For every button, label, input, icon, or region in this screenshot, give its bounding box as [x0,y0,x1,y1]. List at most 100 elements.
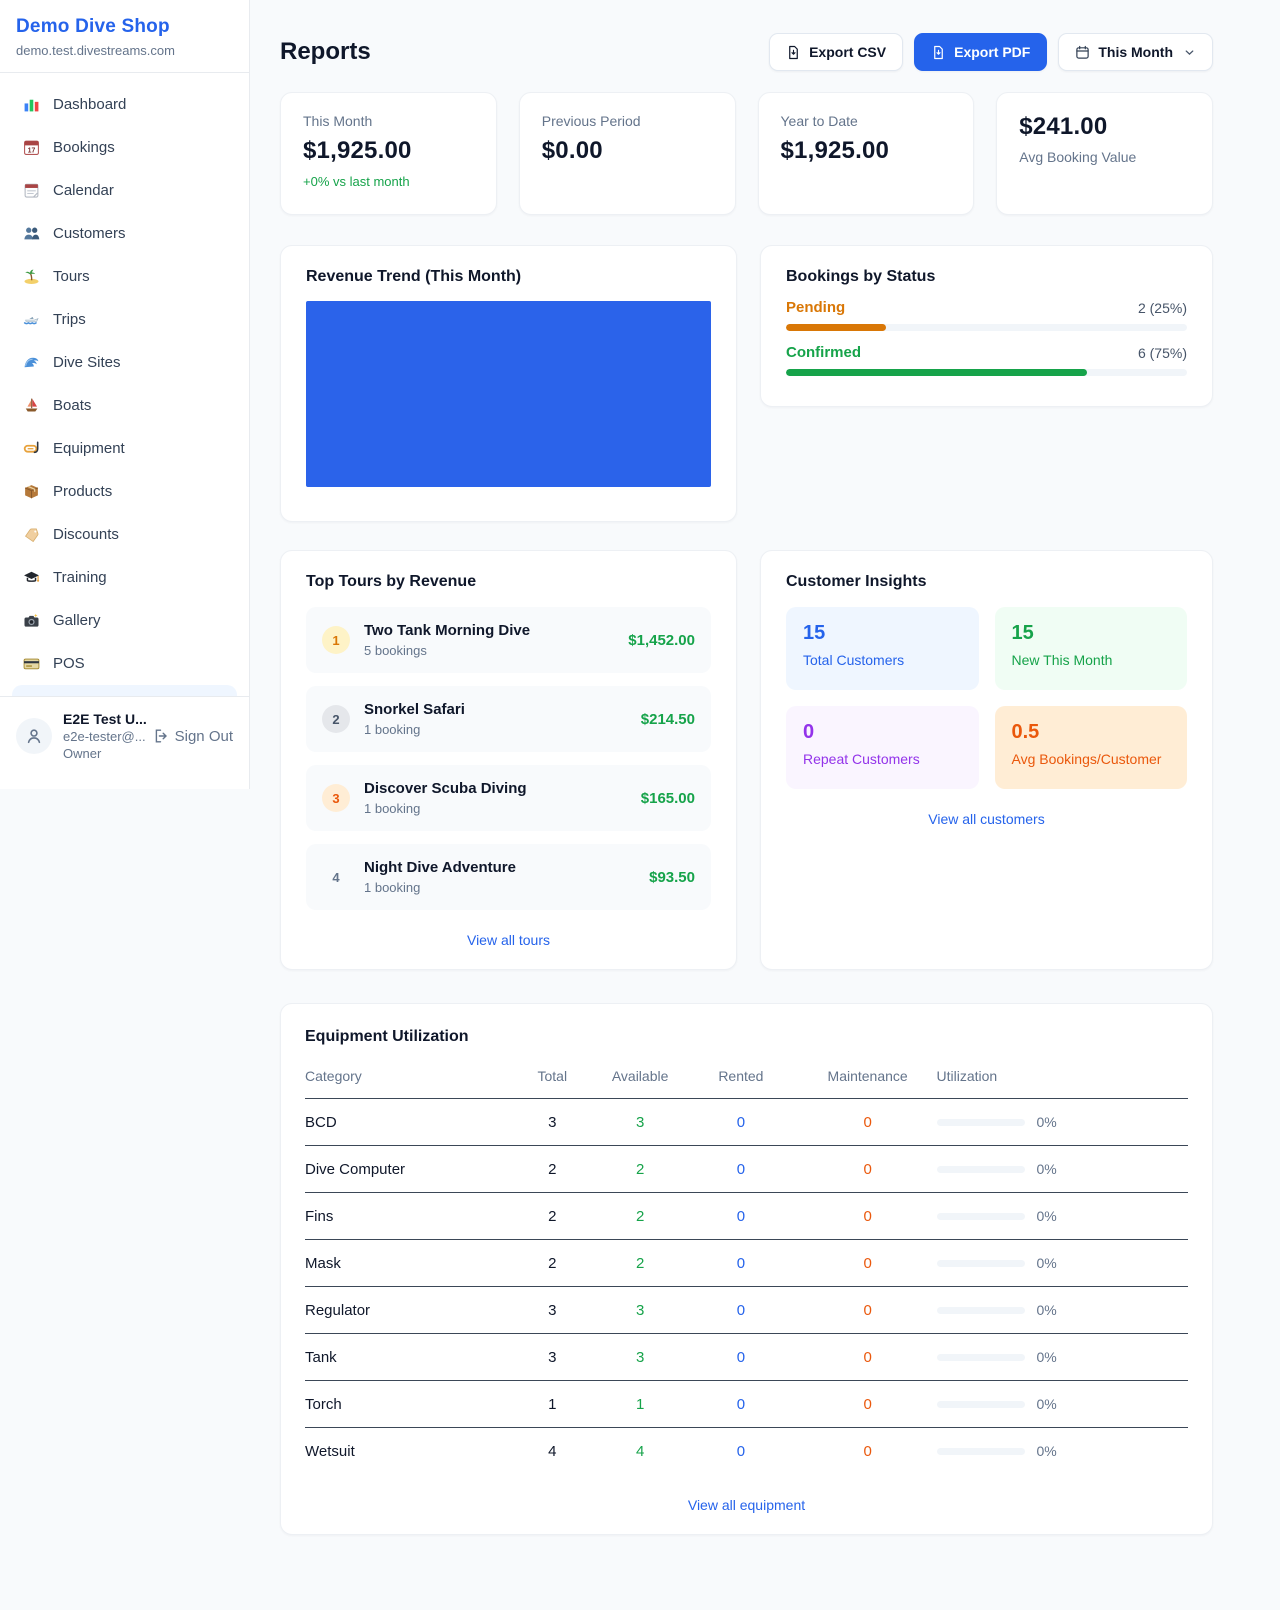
sidebar-item-label: Boats [53,397,91,414]
utilization-bar-track [937,1119,1025,1126]
equipment-value: 0 [683,1099,799,1146]
sidebar-item-pos[interactable]: POS [12,642,237,685]
tour-list-item: 1Two Tank Morning Dive5 bookings$1,452.0… [306,607,711,673]
stat-cards: This Month $1,925.00 +0% vs last month P… [280,92,1213,215]
status-rows: Pending2 (25%) Confirmed6 (75%) [786,299,1187,376]
equipment-row: BCD33000% [305,1099,1188,1146]
view-all-tours-link[interactable]: View all tours [306,932,711,948]
sidebar-item-calendar[interactable]: Calendar [12,169,237,212]
sidebar-item-label: Bookings [53,139,115,156]
insight-value: 0.5 [1012,721,1171,744]
utilization-percent: 0% [1037,1255,1057,1271]
equipment-utilization: 0% [937,1099,1189,1146]
sidebar-item-products[interactable]: Products [12,470,237,513]
insight-value: 15 [803,622,962,645]
equipment-utilization: 0% [937,1381,1189,1428]
tour-bookings: 1 booking [364,801,627,816]
equipment-value: 2 [597,1146,683,1193]
export-csv-button[interactable]: Export CSV [769,33,903,71]
sailboat-icon [22,397,40,415]
utilization-percent: 0% [1037,1114,1057,1130]
equipment-value: 0 [799,1240,937,1287]
sidebar-item-discounts[interactable]: Discounts [12,513,237,556]
sidebar-item-dashboard[interactable]: Dashboard [12,83,237,126]
sidebar-item-label: Calendar [53,182,114,199]
sidebar: Demo Dive Shop demo.test.divestreams.com… [0,0,250,789]
sidebar-item-customers[interactable]: Customers [12,212,237,255]
sidebar-item-training[interactable]: Training [12,556,237,599]
customer-insights-card: Customer Insights 15Total Customers15New… [760,550,1213,970]
status-row-pending: Pending2 (25%) [786,299,1187,331]
equipment-value: 0 [799,1146,937,1193]
stat-label: Year to Date [781,113,952,129]
insight-value: 0 [803,721,962,744]
status-bar-fill [786,324,886,331]
period-dropdown[interactable]: This Month [1058,33,1213,71]
utilization-bar-track [937,1260,1025,1267]
grad-cap-icon [22,569,40,587]
tour-rank-badge: 1 [322,626,350,654]
stat-card-avg-booking-value: $241.00 Avg Booking Value [996,92,1213,215]
view-all-customers-link[interactable]: View all customers [786,811,1187,827]
file-download-icon [931,45,946,60]
utilization-percent: 0% [1037,1161,1057,1177]
equipment-value: 0 [683,1193,799,1240]
tag-icon [22,526,40,544]
users-icon [22,225,40,243]
sidebar-item-bookings[interactable]: 17Bookings [12,126,237,169]
user-icon [25,727,43,745]
export-csv-label: Export CSV [809,44,886,60]
equipment-value: 2 [507,1193,597,1240]
dive-mask-icon [22,440,40,458]
sidebar-item-trips[interactable]: Trips [12,298,237,341]
calendar-icon [1075,45,1090,60]
sidebar-user-footer: E2E Test U... e2e-tester@... Owner Sign … [0,696,249,789]
stat-change: +0% vs last month [303,174,474,189]
sidebar-item-reports-partial[interactable] [12,685,237,696]
status-label: Confirmed [786,344,861,361]
equipment-row: Mask22000% [305,1240,1188,1287]
sidebar-item-equipment[interactable]: Equipment [12,427,237,470]
sidebar-item-label: Customers [53,225,126,242]
lists-row: Top Tours by Revenue 1Two Tank Morning D… [280,550,1213,970]
top-tours-card: Top Tours by Revenue 1Two Tank Morning D… [280,550,737,970]
equipment-category: BCD [305,1099,507,1146]
sidebar-item-dive-sites[interactable]: Dive Sites [12,341,237,384]
sidebar-header: Demo Dive Shop demo.test.divestreams.com [0,0,249,73]
equipment-category: Fins [305,1193,507,1240]
equipment-category: Dive Computer [305,1146,507,1193]
tour-rank-badge: 2 [322,705,350,733]
sidebar-item-label: Dive Sites [53,354,121,371]
sidebar-item-label: Trips [53,311,86,328]
equipment-category: Torch [305,1381,507,1428]
equipment-col-header: Total [507,1060,597,1099]
insight-tile-new-this-month: 15New This Month [995,607,1188,690]
file-download-icon [786,45,801,60]
sidebar-item-boats[interactable]: Boats [12,384,237,427]
tour-rank-badge: 3 [322,784,350,812]
tour-amount: $165.00 [641,790,695,807]
sidebar-item-tours[interactable]: Tours [12,255,237,298]
view-all-equipment-link[interactable]: View all equipment [305,1497,1188,1513]
status-row-confirmed: Confirmed6 (75%) [786,344,1187,376]
equipment-col-header: Available [597,1060,683,1099]
export-pdf-button[interactable]: Export PDF [914,33,1047,71]
equipment-row: Dive Computer22000% [305,1146,1188,1193]
equipment-value: 3 [597,1099,683,1146]
sidebar-item-label: POS [53,655,85,672]
calendar-pad-icon [22,182,40,200]
equipment-value: 2 [507,1146,597,1193]
tour-amount: $93.50 [649,869,695,886]
sign-out-button[interactable]: Sign Out [153,728,233,745]
insight-label: Avg Bookings/Customer [1012,751,1171,767]
equipment-value: 2 [507,1240,597,1287]
stat-value: $241.00 [1019,113,1190,141]
sidebar-item-gallery[interactable]: Gallery [12,599,237,642]
equipment-col-header: Category [305,1060,507,1099]
tour-amount: $1,452.00 [628,632,695,649]
wave-icon [22,354,40,372]
equipment-value: 3 [507,1099,597,1146]
insight-tile-total-customers: 15Total Customers [786,607,979,690]
equipment-value: 4 [597,1428,683,1475]
equipment-col-header: Utilization [937,1060,1189,1099]
